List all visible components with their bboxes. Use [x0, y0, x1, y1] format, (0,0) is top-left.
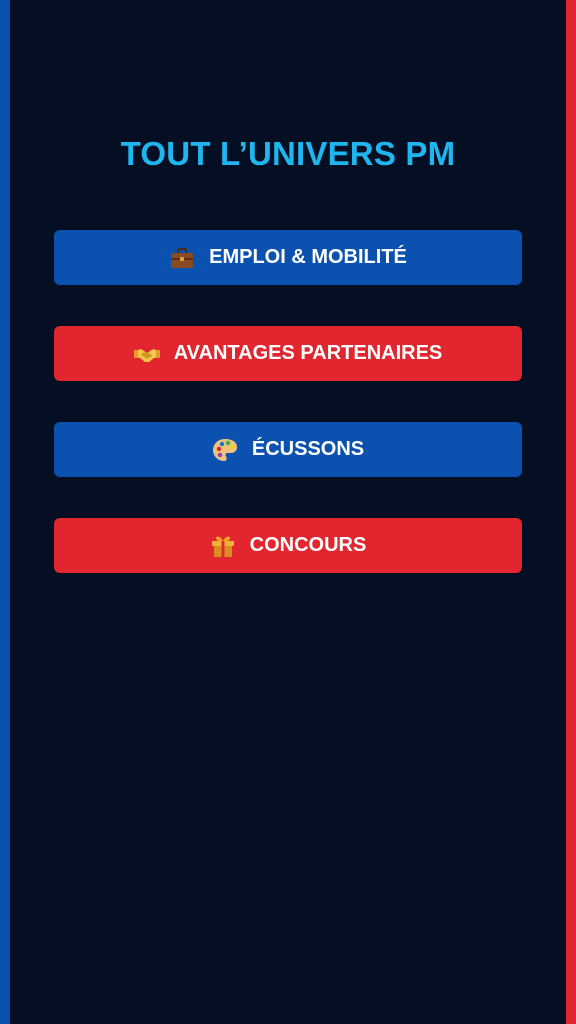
ecussons-label: ÉCUSSONS — [251, 438, 365, 460]
emploi-mobilite-button[interactable]: EMPLOI & MOBILITÉ — [54, 230, 522, 285]
emploi-mobilite-label: EMPLOI & MOBILITÉ — [209, 246, 407, 268]
main-menu: EMPLOI & MOBILITÉ AVANTAGES PARTENAIRES — [54, 230, 522, 614]
avantages-partenaires-label: AVANTAGES PARTENAIRES — [173, 342, 443, 364]
handshake-icon — [133, 341, 160, 367]
page-title: TOUT L’UNIVERS PM — [120, 135, 456, 173]
avantages-partenaires-button[interactable]: AVANTAGES PARTENAIRES — [54, 326, 522, 381]
ecussons-button[interactable]: ÉCUSSONS — [54, 422, 522, 477]
concours-button[interactable]: CONCOURS — [54, 518, 522, 573]
gift-icon — [210, 533, 236, 559]
concours-label: CONCOURS — [249, 534, 367, 556]
briefcase-icon — [169, 245, 195, 271]
palette-icon — [212, 437, 238, 463]
